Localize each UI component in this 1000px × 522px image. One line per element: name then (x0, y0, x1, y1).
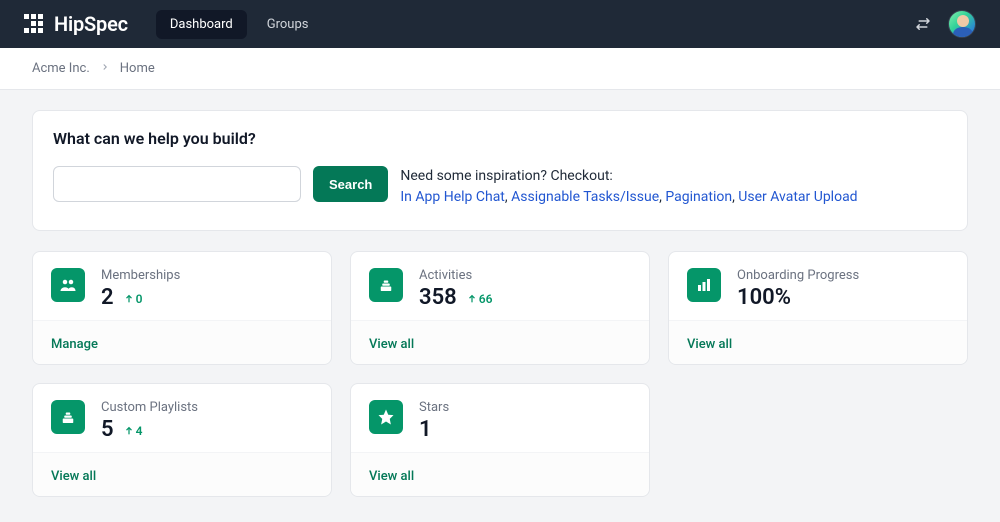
card-value: 358 (419, 285, 457, 310)
breadcrumb-current: Home (120, 61, 155, 76)
brand-name: HipSpec (54, 12, 128, 36)
nav-tab-groups[interactable]: Groups (253, 10, 323, 39)
inspiration-links: In App Help Chat, Assignable Tasks/Issue… (400, 187, 857, 208)
card-footer-link[interactable]: View all (51, 469, 96, 484)
search-button[interactable]: Search (313, 166, 388, 202)
inspiration-link[interactable]: Assignable Tasks/Issue (511, 189, 659, 205)
stack-icon (369, 268, 403, 302)
inspiration-link[interactable]: In App Help Chat (400, 189, 505, 205)
inspiration-link[interactable]: Pagination (665, 189, 732, 205)
inspiration-block: Need some inspiration? Checkout: In App … (400, 166, 857, 208)
users-icon (51, 268, 85, 302)
search-input[interactable] (53, 166, 301, 202)
card-title: Onboarding Progress (737, 268, 859, 283)
top-navbar: HipSpec Dashboard Groups (0, 0, 1000, 48)
bars-icon (687, 268, 721, 302)
card-delta: 4 (124, 424, 143, 438)
star-icon (369, 400, 403, 434)
card-title: Memberships (101, 268, 180, 283)
card-delta: 0 (124, 292, 143, 306)
card-memberships: Memberships 2 0 Manage (32, 251, 332, 365)
card-title: Activities (419, 268, 492, 283)
hero-card: What can we help you build? Search Need … (32, 110, 968, 231)
breadcrumb: Acme Inc. Home (0, 48, 1000, 90)
card-stars: Stars 1 View all (350, 383, 650, 497)
nav-tabs: Dashboard Groups (156, 10, 323, 39)
card-title: Stars (419, 400, 449, 415)
cards-grid: Memberships 2 0 Manage (32, 251, 968, 497)
breadcrumb-org[interactable]: Acme Inc. (32, 61, 90, 76)
card-delta: 66 (467, 292, 493, 306)
brand: HipSpec (24, 12, 128, 36)
card-value: 2 (101, 285, 114, 310)
stack-icon (51, 400, 85, 434)
main-content: What can we help you build? Search Need … (0, 90, 1000, 517)
card-value: 100% (737, 285, 791, 310)
inspiration-link[interactable]: User Avatar Upload (738, 189, 857, 205)
nav-tab-dashboard[interactable]: Dashboard (156, 10, 247, 39)
card-footer-link[interactable]: View all (369, 469, 414, 484)
inspiration-prompt: Need some inspiration? Checkout: (400, 166, 857, 187)
card-footer-link[interactable]: View all (369, 337, 414, 352)
card-playlists: Custom Playlists 5 4 View all (32, 383, 332, 497)
card-value: 5 (101, 417, 114, 442)
brand-logo-icon (24, 14, 44, 34)
card-footer-link[interactable]: View all (687, 337, 732, 352)
user-avatar[interactable] (948, 10, 976, 38)
hero-title: What can we help you build? (53, 129, 947, 148)
nav-right (914, 10, 976, 38)
chevron-right-icon (100, 61, 110, 76)
card-title: Custom Playlists (101, 400, 198, 415)
switch-icon[interactable] (914, 15, 932, 33)
card-activities: Activities 358 66 View all (350, 251, 650, 365)
card-onboarding: Onboarding Progress 100% View all (668, 251, 968, 365)
card-footer-link[interactable]: Manage (51, 337, 98, 352)
card-value: 1 (419, 417, 432, 442)
